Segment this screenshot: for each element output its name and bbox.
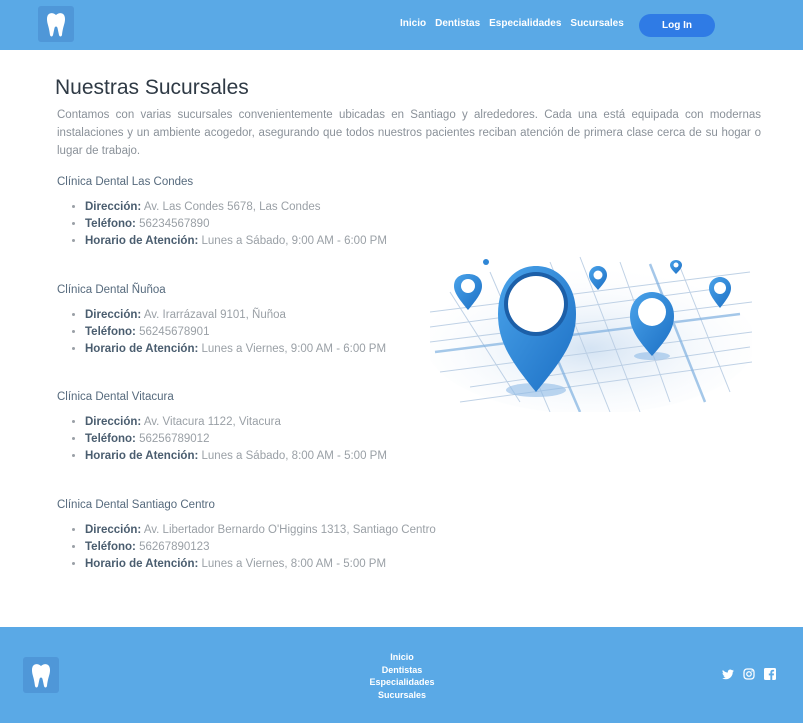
social-links <box>722 668 776 680</box>
branch-phone: Teléfono: 56234567890 <box>85 216 387 233</box>
main-nav: Inicio Dentistas Especialidades Sucursal… <box>400 18 624 29</box>
branch-hours: Horario de Atención: Lunes a Sábado, 8:0… <box>85 448 387 465</box>
branch-details: Dirección: Av. Libertador Bernardo O'Hig… <box>57 522 436 573</box>
branch-hours: Horario de Atención: Lunes a Viernes, 8:… <box>85 556 436 573</box>
branch-phone: Teléfono: 56245678901 <box>85 324 386 341</box>
intro-paragraph: Contamos con varias sucursales convenien… <box>57 109 761 157</box>
branch-address: Dirección: Av. Vitacura 1122, Vitacura <box>85 414 387 431</box>
branch-nunoa: Clínica Dental Ñuñoa Dirección: Av. Irar… <box>57 284 386 358</box>
branch-name: Clínica Dental Ñuñoa <box>57 284 166 296</box>
branch-las-condes: Clínica Dental Las Condes Dirección: Av.… <box>57 176 387 250</box>
branch-details: Dirección: Av. Irarrázaval 9101, Ñuñoa T… <box>57 307 386 358</box>
branch-address: Dirección: Av. Libertador Bernardo O'Hig… <box>85 522 436 539</box>
footer-nav-sucursales[interactable]: Sucursales <box>378 689 426 702</box>
nav-inicio[interactable]: Inicio <box>400 18 426 29</box>
branch-santiago-centro: Clínica Dental Santiago Centro Dirección… <box>57 499 436 573</box>
footer-nav-especialidades[interactable]: Especialidades <box>369 676 434 689</box>
footer: Inicio Dentistas Especialidades Sucursal… <box>0 627 803 723</box>
nav-dentistas[interactable]: Dentistas <box>435 18 480 29</box>
branch-name: Clínica Dental Santiago Centro <box>57 499 215 511</box>
branch-hours: Horario de Atención: Lunes a Viernes, 9:… <box>85 341 386 358</box>
branch-phone: Teléfono: 56267890123 <box>85 539 436 556</box>
login-button[interactable]: Log In <box>639 14 715 37</box>
instagram-icon[interactable] <box>743 668 755 680</box>
branch-vitacura: Clínica Dental Vitacura Dirección: Av. V… <box>57 391 387 465</box>
branch-name: Clínica Dental Vitacura <box>57 391 174 403</box>
nav-especialidades[interactable]: Especialidades <box>489 18 561 29</box>
branch-phone: Teléfono: 56256789012 <box>85 431 387 448</box>
branch-address: Dirección: Av. Las Condes 5678, Las Cond… <box>85 199 387 216</box>
footer-tooth-logo-icon[interactable] <box>23 657 59 693</box>
branch-hours: Horario de Atención: Lunes a Sábado, 9:0… <box>85 233 387 250</box>
branch-address: Dirección: Av. Irarrázaval 9101, Ñuñoa <box>85 307 386 324</box>
twitter-icon[interactable] <box>722 668 734 680</box>
branch-details: Dirección: Av. Vitacura 1122, Vitacura T… <box>57 414 387 465</box>
footer-nav-dentistas[interactable]: Dentistas <box>382 664 423 677</box>
nav-sucursales[interactable]: Sucursales <box>570 18 623 29</box>
footer-nav: Inicio Dentistas Especialidades Sucursal… <box>360 651 444 701</box>
page-title: Nuestras Sucursales <box>55 76 249 99</box>
header: Inicio Dentistas Especialidades Sucursal… <box>0 0 803 50</box>
tooth-logo-icon[interactable] <box>38 6 74 42</box>
facebook-icon[interactable] <box>764 668 776 680</box>
branch-details: Dirección: Av. Las Condes 5678, Las Cond… <box>57 199 387 250</box>
map-pins-illustration <box>425 252 755 414</box>
branch-name: Clínica Dental Las Condes <box>57 176 194 188</box>
footer-nav-inicio[interactable]: Inicio <box>390 651 414 664</box>
